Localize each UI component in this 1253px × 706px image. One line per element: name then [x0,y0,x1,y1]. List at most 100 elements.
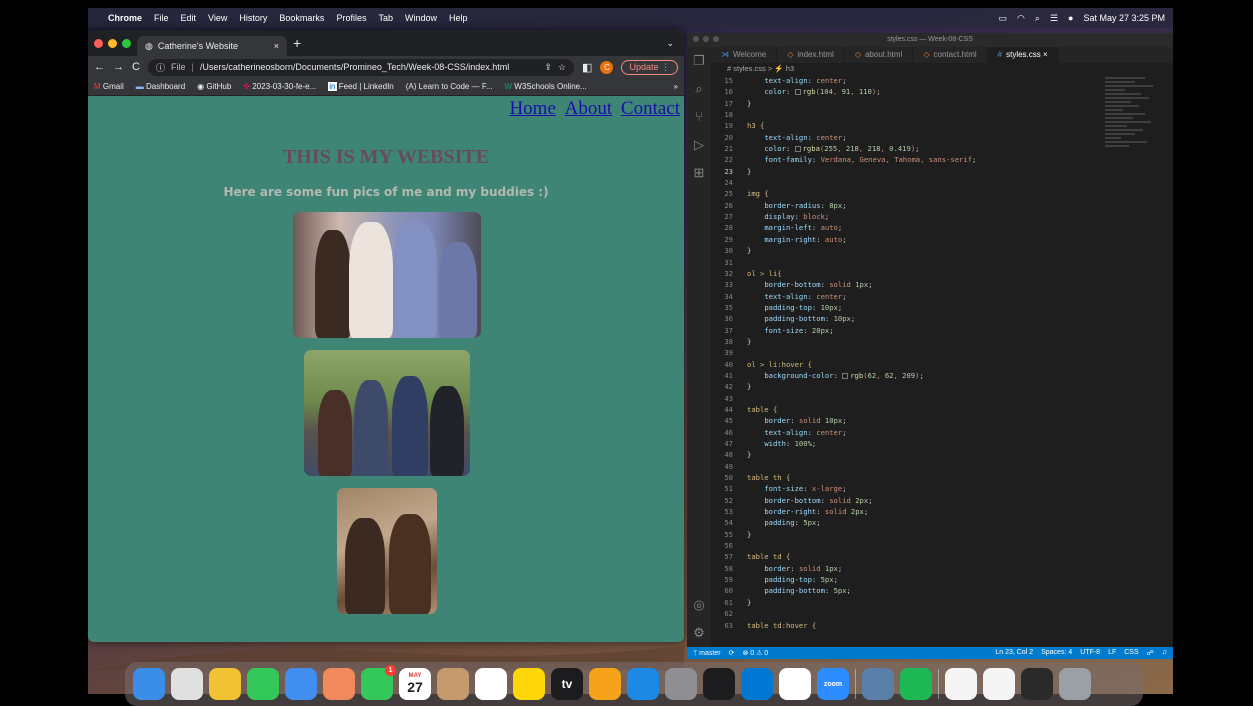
language-status[interactable]: CSS [1124,649,1138,657]
menu-datetime[interactable]: Sat May 27 3:25 PM [1083,13,1165,23]
code-line[interactable]: 49 [711,461,1111,472]
forward-icon[interactable]: → [113,61,124,73]
bookmark-dashboard[interactable]: ▬ Dashboard [136,82,185,91]
zoom-window-button[interactable] [122,38,131,48]
branch-status[interactable]: ᛘ master [693,650,721,657]
close-tab-icon[interactable]: × [274,41,279,51]
dock-window-icon[interactable] [1021,668,1053,700]
code-line[interactable]: 33 border-bottom: solid 1px; [711,279,1111,290]
back-icon[interactable]: ← [94,61,105,73]
indentation-status[interactable]: Spaces: 4 [1041,649,1072,657]
bookmark-slack[interactable]: ✣ 2023-03-30-fe-e... [243,82,316,91]
dock-facetime-icon[interactable]: 1 [361,665,396,700]
dock-finder-icon[interactable] [133,668,165,700]
dock-document2-icon[interactable] [983,668,1015,700]
dock-calendar-icon[interactable]: MAY 27 [399,668,431,700]
dock-appletv-icon[interactable]: tv [551,668,583,700]
code-line[interactable]: 54 padding: 5px; [711,517,1111,528]
dock-trash-icon[interactable] [1059,668,1091,700]
siri-icon[interactable]: ● [1068,13,1073,23]
spotlight-icon[interactable]: ⌕ [1035,13,1040,24]
search-icon[interactable]: ⌕ [687,75,711,103]
dock-notes-icon[interactable] [513,668,545,700]
code-line[interactable]: 46 text-align: center; [711,427,1111,438]
tab-welcome[interactable]: ⋊ Welcome [711,47,778,63]
code-line[interactable]: 60 padding-bottom: 5px; [711,585,1111,596]
code-line[interactable]: 28 margin-left: auto; [711,222,1111,233]
code-line[interactable]: 29 margin-right: auto; [711,234,1111,245]
extensions-icon[interactable]: ⊞ [687,159,711,187]
menu-tab[interactable]: Tab [378,13,393,23]
profile-avatar[interactable]: C [600,60,614,74]
menu-file[interactable]: File [154,13,169,23]
menu-app-name[interactable]: Chrome [108,13,142,23]
code-line[interactable]: 56 [711,540,1111,551]
url-text[interactable]: /Users/catherineosborn/Documents/Promine… [200,62,509,72]
run-debug-icon[interactable]: ▷ [687,131,711,159]
bookmark-star-icon[interactable]: ☆ [558,62,566,73]
dock-launchpad-icon[interactable] [171,668,203,700]
code-line[interactable]: 40 ol > li:hover { [711,359,1111,370]
code-line[interactable]: 57 table td { [711,551,1111,562]
feedback-icon[interactable]: ☍ [1147,649,1154,657]
tab-search-icon[interactable]: ⌄ [666,38,674,49]
wifi-icon[interactable]: ◠ [1017,13,1025,24]
vscode-zoom-button[interactable] [713,36,719,42]
code-line[interactable]: 21 color: rgba(255, 218, 218, 0.419); [711,143,1111,154]
tab-index-html[interactable]: ◇ index.html [777,47,845,63]
info-icon[interactable]: ⓘ [156,61,165,74]
code-line[interactable]: 45 border: solid 10px; [711,415,1111,426]
dock-zoom-icon[interactable]: zoom [817,668,849,700]
code-line[interactable]: 48} [711,449,1111,460]
code-line[interactable]: 59 padding-top: 5px; [711,574,1111,585]
menu-help[interactable]: Help [449,13,468,23]
code-line[interactable]: 16 color: rgb(104, 91, 110); [711,86,1111,97]
address-bar[interactable]: ⓘ File | /Users/catherineosborn/Document… [147,58,575,76]
close-tab-icon[interactable]: × [1043,50,1048,59]
minimize-window-button[interactable] [108,38,117,48]
dock-document-icon[interactable] [945,668,977,700]
menu-view[interactable]: View [208,13,227,23]
bookmarks-overflow-icon[interactable]: » [674,82,678,91]
code-line[interactable]: 17} [711,98,1111,109]
control-center-icon[interactable]: ☰ [1050,13,1058,24]
code-line[interactable]: 62 [711,608,1111,619]
account-icon[interactable]: ◎ [687,591,711,619]
code-line[interactable]: 19 h3 { [711,120,1111,131]
breadcrumb[interactable]: # styles.css > ⚡ h3 [711,63,794,75]
dock-contacts-icon[interactable] [437,668,469,700]
nav-home-link[interactable]: Home [509,98,555,119]
code-line[interactable]: 50 table th { [711,472,1111,483]
code-line[interactable]: 26 border-radius: 8px; [711,200,1111,211]
dock-pages-icon[interactable] [589,668,621,700]
code-line[interactable]: 58 border: solid 1px; [711,563,1111,574]
nav-contact-link[interactable]: Contact [621,98,680,119]
code-line[interactable]: 31 [711,257,1111,268]
code-line[interactable]: 36 padding-bottom: 10px; [711,313,1111,324]
code-line[interactable]: 42} [711,381,1111,392]
dock-preview-icon[interactable] [862,668,894,700]
manage-gear-icon[interactable]: ⚙ [687,619,711,647]
dock-reminders-icon[interactable] [475,668,507,700]
minimap[interactable] [1105,75,1161,215]
code-line[interactable]: 55} [711,529,1111,540]
cursor-position[interactable]: Ln 23, Col 2 [995,649,1033,657]
code-line[interactable]: 39 [711,347,1111,358]
dock-messages-icon[interactable] [247,668,279,700]
code-editor[interactable]: 15 text-align: center; 16 color: rgb(104,… [711,75,1111,631]
source-control-icon[interactable]: ⑂ [687,103,711,131]
code-line[interactable]: 32 ol > li{ [711,268,1111,279]
notifications-icon[interactable]: ♫ [1162,649,1167,657]
bookmark-freecodecamp[interactable]: (A) Learn to Code — F... [406,82,493,91]
menu-history[interactable]: History [239,13,267,23]
new-tab-button[interactable]: + [293,35,301,51]
sync-icon[interactable]: ⟳ [729,649,735,657]
vscode-minimize-button[interactable] [703,36,709,42]
tab-contact-html[interactable]: ◇ contact.html [913,47,988,63]
menu-bookmarks[interactable]: Bookmarks [279,13,324,23]
code-line[interactable]: 63 table td:hover { [711,620,1111,631]
code-line[interactable]: 34 text-align: center; [711,291,1111,302]
vscode-close-button[interactable] [693,36,699,42]
dock-mail-icon[interactable] [285,668,317,700]
code-line[interactable]: 44 table { [711,404,1111,415]
